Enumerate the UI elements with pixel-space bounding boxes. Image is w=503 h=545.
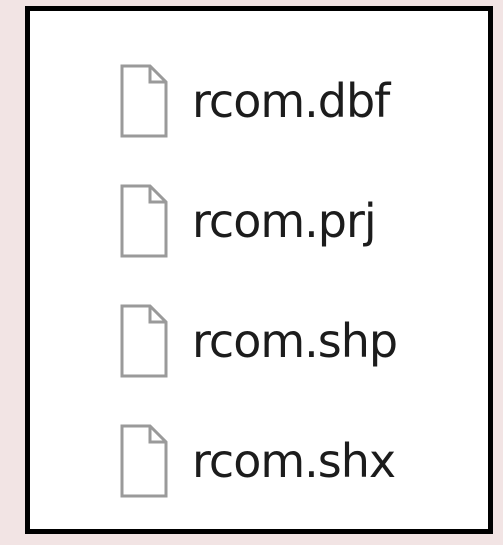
- file-list-panel: rcom.dbf rcom.prj rcom.shp rcom.shx: [25, 6, 493, 534]
- generic-file-icon: [120, 304, 168, 378]
- file-name: rcom.shx: [192, 434, 396, 488]
- file-name: rcom.prj: [192, 194, 377, 248]
- file-name: rcom.shp: [192, 314, 398, 368]
- file-item-rcom-shx[interactable]: rcom.shx: [110, 421, 396, 501]
- file-name: rcom.dbf: [192, 74, 390, 128]
- file-item-rcom-dbf[interactable]: rcom.dbf: [110, 61, 390, 141]
- generic-file-icon: [120, 64, 168, 138]
- file-item-rcom-shp[interactable]: rcom.shp: [110, 301, 398, 381]
- generic-file-icon: [120, 184, 168, 258]
- file-item-rcom-prj[interactable]: rcom.prj: [110, 181, 377, 261]
- generic-file-icon: [120, 424, 168, 498]
